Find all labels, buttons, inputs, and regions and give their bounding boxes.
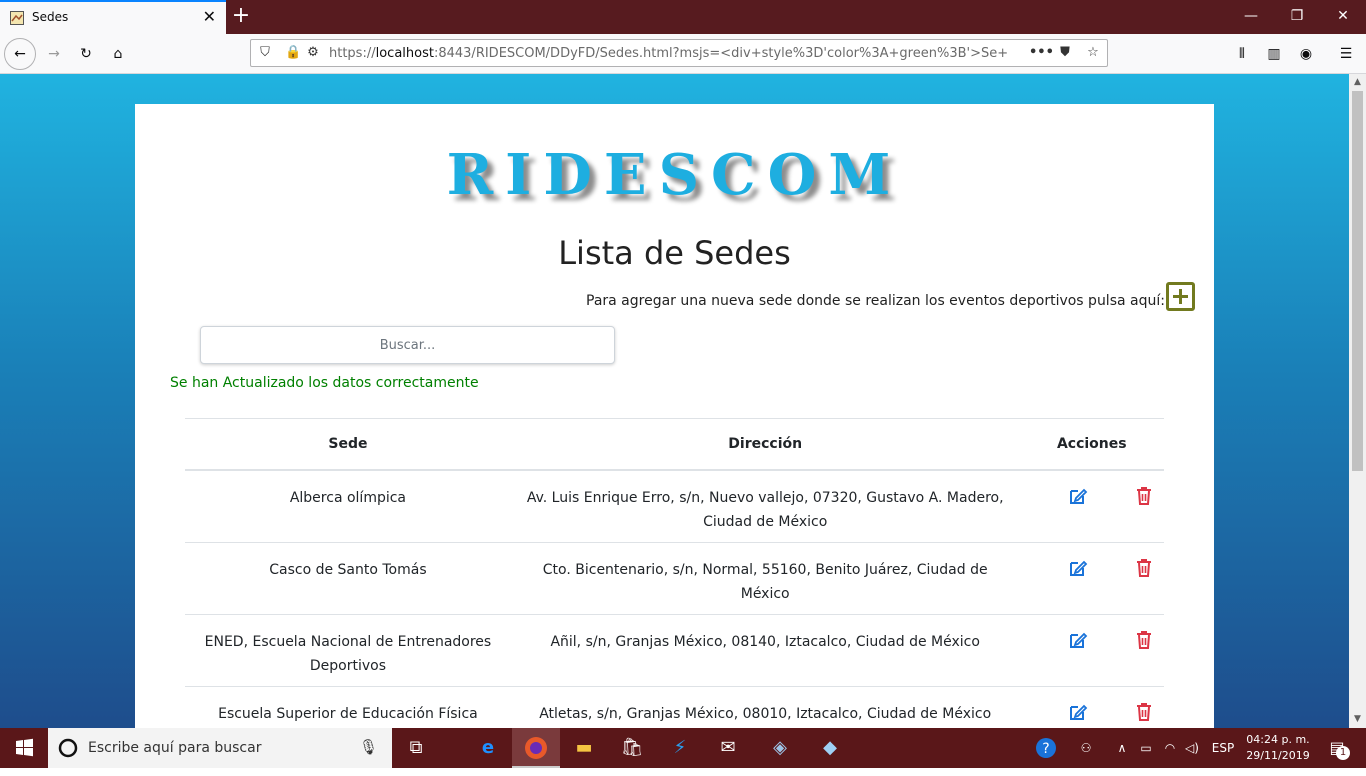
account-icon[interactable]: ◉ — [1296, 34, 1316, 62]
page-actions-icon[interactable]: ••• — [1029, 45, 1054, 61]
task-view-icon[interactable]: ⧉ — [392, 728, 440, 768]
venue-name: Alberca olímpica — [185, 470, 511, 543]
content-card: RIDESCOM Lista de Sedes Para agregar una… — [135, 104, 1214, 728]
taskbar-search-placeholder: Escribe aquí para buscar — [88, 740, 262, 756]
notification-center-icon[interactable]: ▤ 1 — [1322, 728, 1352, 768]
delete-icon[interactable] — [1134, 486, 1154, 506]
page-favicon-icon — [10, 11, 24, 25]
header-direccion[interactable]: Dirección — [510, 418, 1020, 471]
table-row: Casco de Santo Tomás Cto. Bicentenario, … — [185, 542, 1164, 615]
clock-date: 29/11/2019 — [1246, 749, 1310, 762]
volume-icon[interactable]: ◁) — [1182, 728, 1202, 768]
venues-table: Sede Dirección Acciones Alberca olímpica… — [185, 418, 1164, 728]
pocket-icon[interactable]: ⛊ — [1057, 45, 1073, 61]
status-message: Se han Actualizado los datos correctamen… — [170, 375, 479, 391]
tab-title: Sedes — [32, 10, 69, 24]
venue-name: ENED, Escuela Nacional de Entrenadores D… — [185, 614, 511, 687]
file-explorer-icon[interactable]: ▬ — [560, 728, 608, 768]
venue-name: Casco de Santo Tomás — [185, 542, 511, 615]
delete-icon[interactable] — [1134, 702, 1154, 722]
microphone-icon[interactable]: 🎙 — [359, 738, 378, 756]
table-row: Escuela Superior de Educación Física Atl… — [185, 686, 1164, 728]
permissions-icon[interactable]: ⚙ — [305, 45, 321, 61]
close-window-icon[interactable]: ✕ — [1320, 0, 1366, 34]
brand-logo: RIDESCOM — [446, 142, 903, 208]
venue-name: Escuela Superior de Educación Física — [185, 686, 511, 728]
scroll-down-icon[interactable]: ▼ — [1349, 711, 1366, 728]
add-venue-hint: Para agregar una nueva sede donde se rea… — [586, 293, 1165, 309]
delete-icon[interactable] — [1134, 558, 1154, 578]
restore-icon[interactable]: ❐ — [1274, 0, 1320, 34]
edit-icon[interactable] — [1068, 702, 1088, 722]
svg-text:?: ? — [1042, 741, 1049, 757]
reload-icon[interactable]: ↻ — [70, 38, 102, 70]
new-tab-button[interactable]: + — [230, 2, 252, 30]
tab-close-icon[interactable]: ✕ — [203, 7, 216, 26]
table-row: ENED, Escuela Nacional de Entrenadores D… — [185, 614, 1164, 687]
row-actions — [1019, 542, 1164, 615]
scroll-thumb[interactable] — [1352, 91, 1363, 471]
bookmark-star-icon[interactable]: ☆ — [1085, 45, 1101, 61]
address-bar[interactable]: ⛉ 🔒 ⚙ https://localhost:8443/RIDESCOM/DD… — [250, 39, 1108, 67]
search-input[interactable] — [200, 326, 615, 364]
clock-time: 04:24 p. m. — [1246, 733, 1310, 746]
table-row: Alberca olímpica Av. Luis Enrique Erro, … — [185, 470, 1164, 543]
venue-address: Cto. Bicentenario, s/n, Normal, 55160, B… — [510, 542, 1020, 615]
page-title: Lista de Sedes — [558, 234, 791, 272]
forward-arrow-icon[interactable]: → — [38, 38, 70, 70]
back-arrow-icon[interactable]: ← — [4, 38, 36, 70]
lock-warning-icon[interactable]: 🔒 — [285, 45, 301, 61]
edge-icon[interactable]: e — [464, 728, 512, 768]
home-icon[interactable]: ⌂ — [102, 38, 134, 70]
page-viewport: RIDESCOM Lista de Sedes Para agregar una… — [0, 74, 1349, 728]
show-hidden-icons-icon[interactable]: ∧ — [1112, 728, 1132, 768]
minimize-icon[interactable]: — — [1228, 0, 1274, 34]
menu-icon[interactable]: ☰ — [1336, 34, 1356, 62]
header-acciones: Acciones — [1019, 418, 1164, 471]
add-venue-button[interactable] — [1166, 282, 1195, 311]
venue-address: Atletas, s/n, Granjas México, 08010, Izt… — [510, 686, 1020, 728]
library-icon[interactable]: ⫴ — [1232, 34, 1252, 62]
visual-studio-code-icon[interactable]: ⚡ — [656, 728, 704, 768]
help-icon[interactable]: ? — [1034, 728, 1058, 768]
notification-count: 1 — [1336, 746, 1350, 760]
browser-tab-bar: Sedes ✕ + — ❐ ✕ — [0, 0, 1366, 34]
windows-taskbar: Escribe aquí para buscar 🎙 ⧉ e ▬ 🛍 ⚡ ✉ ◈… — [0, 728, 1366, 768]
page-scrollbar[interactable]: ▲ ▼ — [1349, 74, 1366, 728]
sidebar-icon[interactable]: ▥ — [1264, 34, 1284, 62]
virtualbox-icon[interactable]: ◆ — [806, 728, 854, 768]
table-header-row: Sede Dirección Acciones — [185, 418, 1164, 471]
browser-tab[interactable]: Sedes ✕ — [0, 0, 226, 34]
scroll-up-icon[interactable]: ▲ — [1349, 74, 1366, 91]
row-actions — [1019, 686, 1164, 728]
row-actions — [1019, 614, 1164, 687]
edit-icon[interactable] — [1068, 630, 1088, 650]
taskbar-clock[interactable]: 04:24 p. m. 29/11/2019 — [1240, 732, 1316, 764]
browser-nav-bar: ← → ↻ ⌂ ⛉ 🔒 ⚙ https://localhost:8443/RID… — [0, 34, 1366, 74]
wifi-icon[interactable]: ◠ — [1160, 728, 1180, 768]
cortana-icon — [58, 738, 78, 758]
mail-icon[interactable]: ✉ — [704, 728, 752, 768]
people-icon[interactable]: ⚇ — [1076, 728, 1096, 768]
taskbar-search-box[interactable]: Escribe aquí para buscar 🎙 — [48, 728, 392, 768]
url-text[interactable]: https://localhost:8443/RIDESCOM/DDyFD/Se… — [329, 46, 1009, 61]
store-icon[interactable]: 🛍 — [608, 728, 656, 768]
edit-icon[interactable] — [1068, 558, 1088, 578]
firefox-icon[interactable] — [512, 728, 560, 768]
shield-icon[interactable]: ⛉ — [257, 45, 273, 61]
header-sede[interactable]: Sede — [185, 418, 511, 471]
language-indicator[interactable]: ESP — [1208, 728, 1238, 768]
mysql-workbench-icon[interactable]: ◈ — [756, 728, 804, 768]
venue-address: Añil, s/n, Granjas México, 08140, Iztaca… — [510, 614, 1020, 687]
row-actions — [1019, 470, 1164, 543]
edit-icon[interactable] — [1068, 486, 1088, 506]
delete-icon[interactable] — [1134, 630, 1154, 650]
battery-icon[interactable]: ▭ — [1136, 728, 1156, 768]
venue-address: Av. Luis Enrique Erro, s/n, Nuevo vallej… — [510, 470, 1020, 543]
windows-start-icon[interactable] — [0, 728, 48, 768]
